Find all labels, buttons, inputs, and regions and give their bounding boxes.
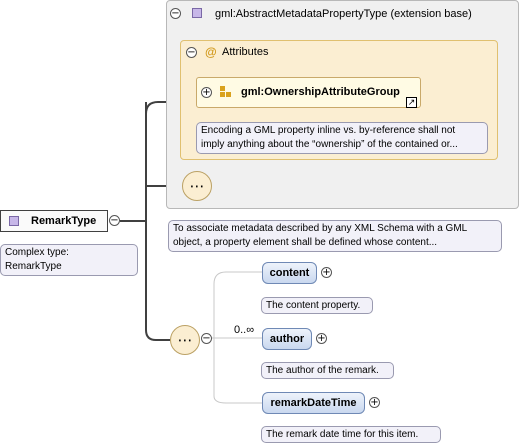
link-arrow-icon[interactable]: ↗: [406, 97, 417, 108]
minus-circle-icon[interactable]: −: [201, 333, 212, 344]
minus-circle-icon[interactable]: −: [170, 8, 181, 19]
at-icon: @: [205, 45, 217, 59]
root-description: Complex type: RemarkType: [0, 244, 138, 276]
complex-type-icon: [192, 8, 202, 18]
element-remarkdatetime[interactable]: remarkDateTime: [262, 392, 365, 414]
attribute-group-icon: [220, 86, 232, 98]
element-remarkdatetime-description: The remark date time for this item.: [261, 426, 441, 443]
plus-circle-icon[interactable]: +: [201, 87, 212, 98]
minus-circle-icon[interactable]: −: [109, 215, 120, 226]
plus-circle-icon[interactable]: +: [369, 397, 380, 408]
root-element-name: RemarkType: [31, 215, 97, 227]
extension-description: To associate metadata described by any X…: [168, 220, 502, 252]
complex-type-icon: [9, 216, 19, 226]
sequence-cardinality: 0..∞: [234, 324, 255, 336]
minus-circle-icon[interactable]: −: [186, 47, 197, 58]
element-author-description: The author of the remark.: [261, 362, 394, 379]
sequence-icon[interactable]: ⋯: [182, 171, 212, 201]
sequence-icon[interactable]: ⋯: [170, 325, 200, 355]
plus-circle-icon[interactable]: +: [316, 333, 327, 344]
root-element-box[interactable]: RemarkType: [0, 210, 108, 232]
plus-circle-icon[interactable]: +: [321, 267, 332, 278]
element-author[interactable]: author: [262, 328, 312, 350]
attribute-group-description: Encoding a GML property inline vs. by-re…: [196, 122, 488, 154]
attributes-label: Attributes: [222, 46, 269, 58]
extension-title: gml:AbstractMetadataPropertyType (extens…: [215, 8, 472, 20]
element-content[interactable]: content: [262, 262, 317, 284]
element-content-description: The content property.: [261, 297, 373, 314]
attribute-group-name[interactable]: gml:OwnershipAttributeGroup: [241, 86, 400, 98]
